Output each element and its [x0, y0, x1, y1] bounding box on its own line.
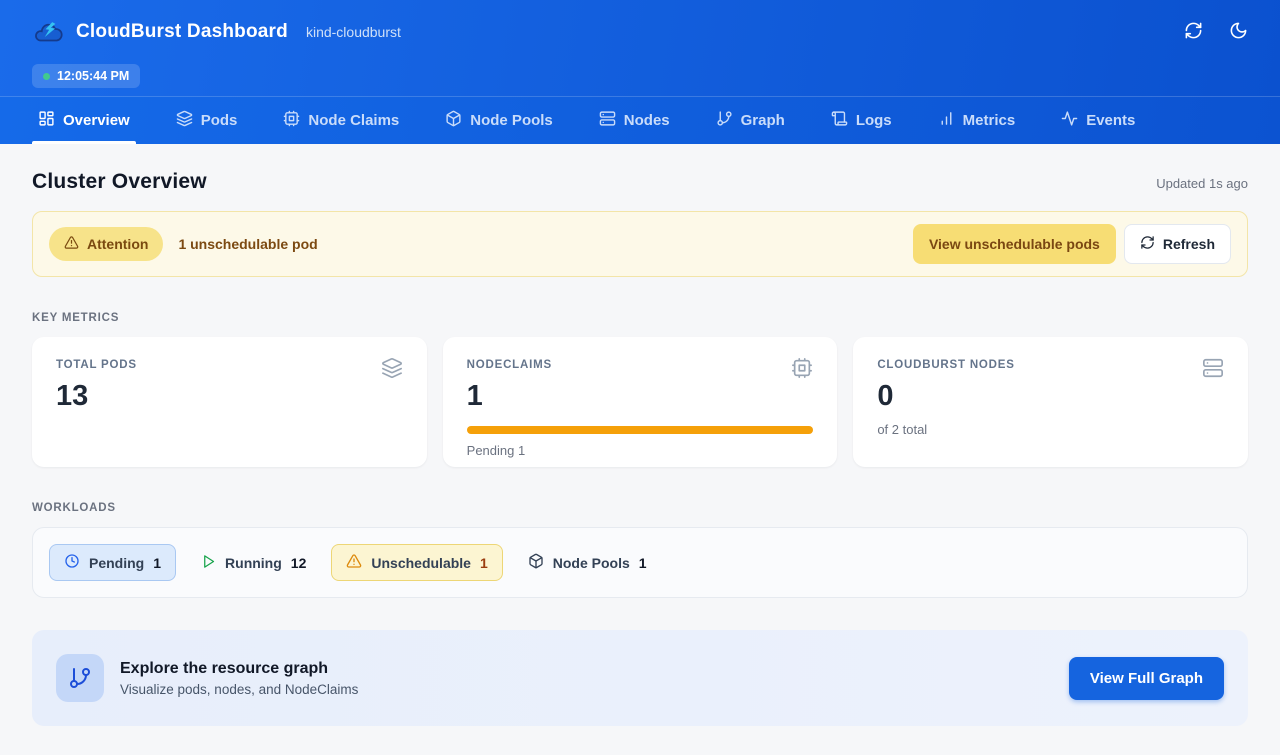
main-nav: Overview Pods Node Claims Node Pools Nod… [0, 96, 1280, 144]
refresh-icon [1140, 235, 1155, 253]
main-content: Cluster Overview Updated 1s ago Attentio… [0, 170, 1280, 750]
filter-count: 1 [480, 555, 488, 571]
workloads-panel: Pending 1 Running 12 Unschedulable 1 Nod… [32, 527, 1248, 598]
tab-events[interactable]: Events [1055, 97, 1141, 144]
nodeclaims-card: NodeClaims 1 Pending 1 [443, 337, 838, 467]
theme-toggle-button[interactable] [1229, 21, 1248, 43]
activity-icon [1061, 110, 1078, 131]
layers-icon [381, 357, 403, 384]
status-dot [43, 73, 50, 80]
promo-subtitle: Visualize pods, nodes, and NodeClaims [120, 682, 358, 697]
git-branch-icon [56, 654, 104, 702]
scroll-icon [831, 110, 848, 131]
page-title: Cluster Overview [32, 170, 207, 194]
refresh-button[interactable]: Refresh [1124, 224, 1231, 264]
package-icon [445, 110, 462, 131]
filter-count: 1 [639, 555, 647, 571]
play-icon [201, 554, 216, 572]
metric-label: Total Pods [56, 359, 403, 371]
view-full-graph-button[interactable]: View Full Graph [1069, 657, 1224, 700]
clock-badge: 12:05:44 PM [32, 64, 140, 88]
view-unschedulable-pods-button[interactable]: View unschedulable pods [913, 224, 1116, 264]
warning-triangle-icon [64, 235, 79, 253]
tab-overview[interactable]: Overview [32, 97, 136, 144]
filter-count: 12 [291, 555, 307, 571]
clock-icon [64, 553, 80, 572]
brand: CloudBurst Dashboard kind-cloudburst [32, 19, 401, 46]
cluster-name: kind-cloudburst [306, 24, 401, 40]
promo-title: Explore the resource graph [120, 660, 358, 678]
dashboard-icon [38, 110, 55, 131]
total-pods-card: Total Pods 13 [32, 337, 427, 467]
metric-label: CloudBurst Nodes [877, 359, 1224, 371]
filter-unschedulable[interactable]: Unschedulable 1 [331, 544, 502, 581]
filter-running[interactable]: Running 12 [186, 545, 321, 581]
server-icon [1202, 357, 1224, 384]
alert-message: 1 unschedulable pod [178, 236, 317, 252]
cpu-icon [791, 357, 813, 384]
clock-text: 12:05:44 PM [57, 69, 129, 83]
metric-footnote: Pending 1 [467, 443, 814, 458]
attention-badge: Attention [49, 227, 163, 261]
tab-node-claims[interactable]: Node Claims [277, 97, 405, 144]
layers-icon [176, 110, 193, 131]
filter-pending[interactable]: Pending 1 [49, 544, 176, 581]
tab-nodes[interactable]: Nodes [593, 97, 676, 144]
tab-pods[interactable]: Pods [170, 97, 244, 144]
app-header: CloudBurst Dashboard kind-cloudburst 12:… [0, 0, 1280, 96]
bar-chart-icon [938, 110, 955, 131]
pending-progress-bar [467, 426, 814, 434]
header-refresh-button[interactable] [1184, 21, 1203, 43]
warning-triangle-icon [346, 553, 362, 572]
filter-node-pools[interactable]: Node Pools 1 [513, 544, 662, 581]
key-metrics-section-label: Key Metrics [32, 312, 1248, 324]
tab-graph[interactable]: Graph [710, 97, 791, 144]
filter-count: 1 [153, 555, 161, 571]
moon-icon [1229, 21, 1248, 43]
tab-logs[interactable]: Logs [825, 97, 898, 144]
metric-footnote: of 2 total [877, 422, 1224, 437]
tab-metrics[interactable]: Metrics [932, 97, 1022, 144]
cloudburst-nodes-card: CloudBurst Nodes 0 of 2 total [853, 337, 1248, 467]
app-title: CloudBurst Dashboard [76, 21, 288, 43]
workloads-section-label: Workloads [32, 502, 1248, 514]
git-branch-icon [716, 110, 733, 131]
package-icon [528, 553, 544, 572]
metric-value: 1 [467, 380, 814, 413]
updated-timestamp: Updated 1s ago [1156, 176, 1248, 191]
refresh-icon [1184, 21, 1203, 43]
metric-value: 0 [877, 380, 1224, 413]
cloudburst-logo-icon [32, 19, 64, 46]
tab-node-pools[interactable]: Node Pools [439, 97, 559, 144]
cpu-icon [283, 110, 300, 131]
graph-promo-banner: Explore the resource graph Visualize pod… [32, 630, 1248, 726]
metric-value: 13 [56, 380, 403, 413]
metric-label: NodeClaims [467, 359, 814, 371]
server-icon [599, 110, 616, 131]
attention-banner: Attention 1 unschedulable pod View unsch… [32, 211, 1248, 277]
